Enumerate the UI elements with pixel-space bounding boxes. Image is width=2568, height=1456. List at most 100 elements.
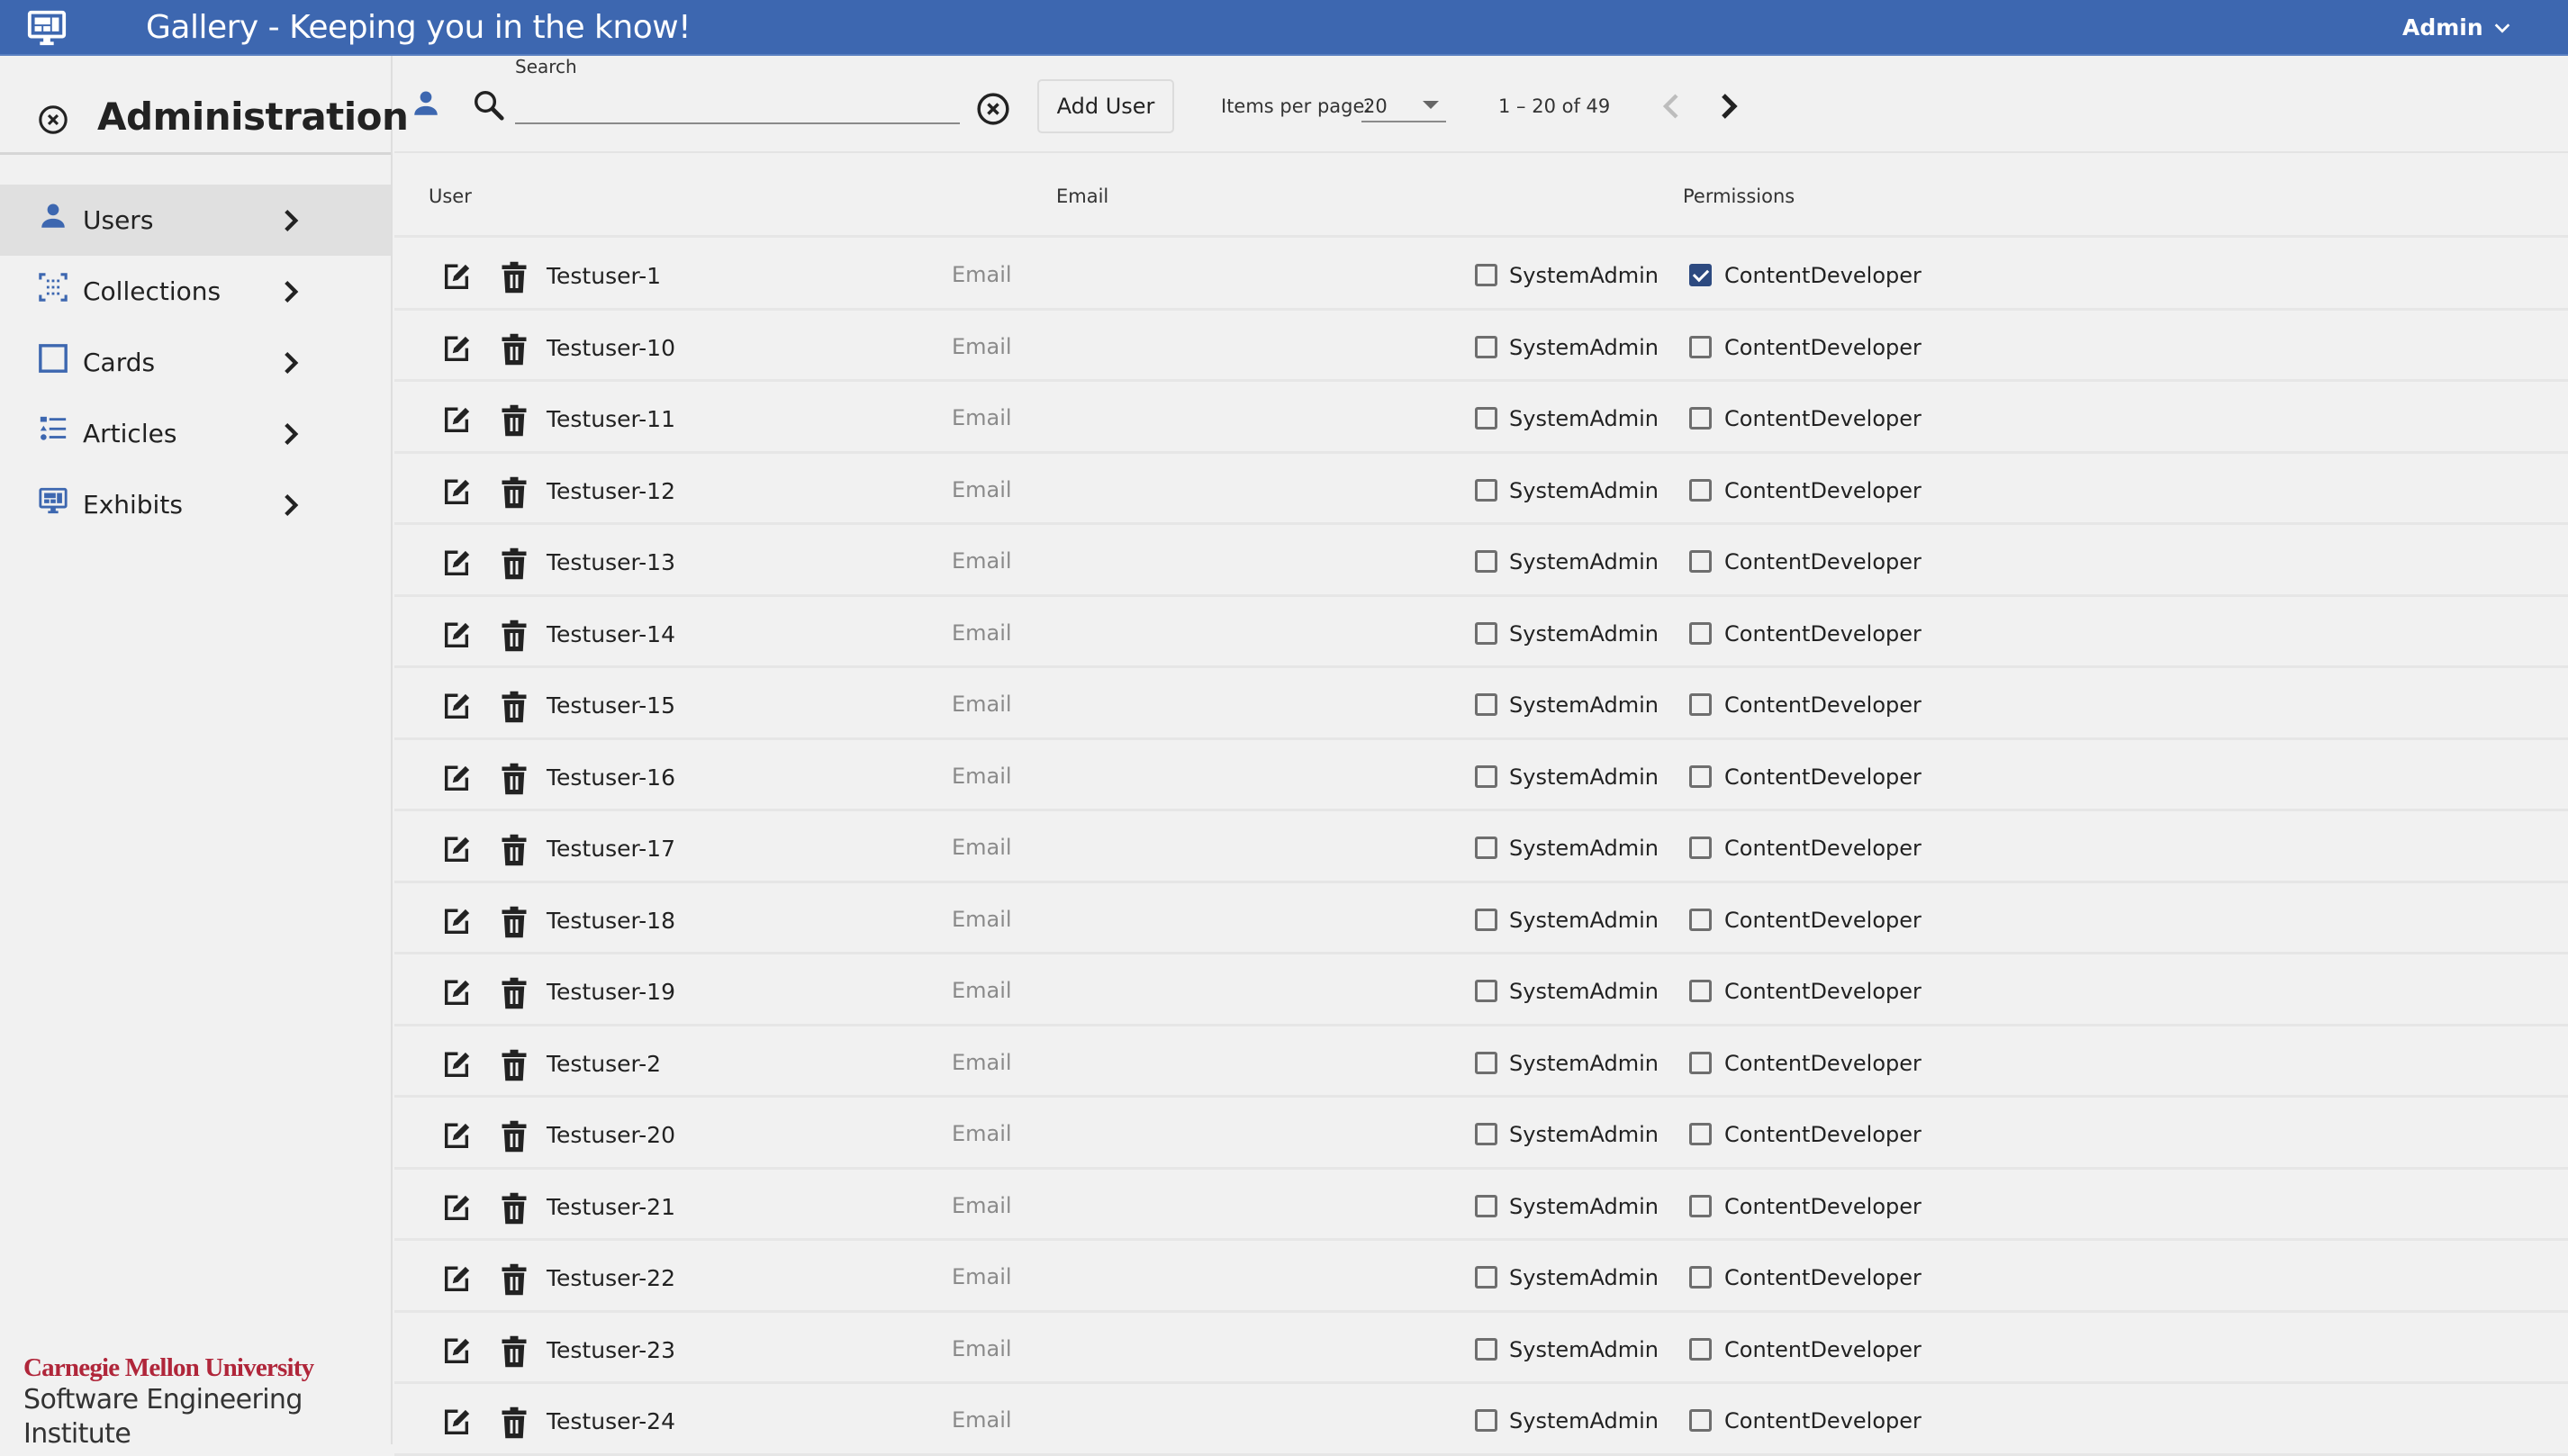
- sidebar-item-collections[interactable]: Collections: [0, 256, 391, 327]
- delete-icon[interactable]: [501, 476, 528, 509]
- sidebar-header: Administration: [0, 56, 391, 155]
- edit-icon[interactable]: [441, 692, 472, 722]
- content-developer-checkbox[interactable]: [1689, 693, 1712, 716]
- delete-icon[interactable]: [501, 1335, 528, 1368]
- edit-icon[interactable]: [441, 978, 472, 1008]
- content-developer-checkbox[interactable]: [1689, 264, 1712, 286]
- edit-icon[interactable]: [441, 1407, 472, 1438]
- delete-icon[interactable]: [501, 261, 528, 294]
- sidebar-item-exhibits[interactable]: Exhibits: [0, 469, 391, 540]
- edit-icon[interactable]: [441, 1121, 472, 1152]
- close-circle-icon[interactable]: [38, 104, 68, 135]
- content-developer-checkbox[interactable]: [1689, 550, 1712, 573]
- user-name: Testuser-24: [547, 1407, 675, 1436]
- user-email: Email: [952, 1406, 1012, 1434]
- edit-icon[interactable]: [441, 477, 472, 508]
- system-admin-checkbox[interactable]: [1475, 765, 1497, 788]
- edit-icon[interactable]: [441, 907, 472, 937]
- content-developer-checkbox[interactable]: [1689, 1409, 1712, 1432]
- user-email: Email: [952, 403, 1012, 432]
- edit-icon[interactable]: [441, 1264, 472, 1295]
- content-developer-checkbox[interactable]: [1689, 837, 1712, 859]
- column-header-email[interactable]: Email: [1056, 184, 1108, 209]
- system-admin-checkbox[interactable]: [1475, 1052, 1497, 1074]
- content-developer-checkbox[interactable]: [1689, 1338, 1712, 1361]
- content-developer-checkbox[interactable]: [1689, 1195, 1712, 1217]
- edit-icon[interactable]: [441, 334, 472, 365]
- content-developer-checkbox[interactable]: [1689, 622, 1712, 645]
- edit-icon[interactable]: [441, 764, 472, 794]
- system-admin-checkbox[interactable]: [1475, 407, 1497, 430]
- delete-icon[interactable]: [501, 333, 528, 366]
- edit-icon[interactable]: [441, 620, 472, 651]
- content-developer-checkbox[interactable]: [1689, 909, 1712, 931]
- edit-icon[interactable]: [441, 405, 472, 436]
- sidebar-nav: Users Collections Cards Articles: [0, 185, 391, 540]
- content-developer-checkbox[interactable]: [1689, 336, 1712, 358]
- system-admin-checkbox[interactable]: [1475, 336, 1497, 358]
- content-developer-checkbox[interactable]: [1689, 1052, 1712, 1074]
- system-admin-label: SystemAdmin: [1509, 476, 1659, 505]
- delete-icon[interactable]: [501, 1263, 528, 1296]
- delete-icon[interactable]: [501, 906, 528, 938]
- system-admin-checkbox[interactable]: [1475, 837, 1497, 859]
- delete-icon[interactable]: [501, 404, 528, 437]
- content-developer-checkbox[interactable]: [1689, 765, 1712, 788]
- system-admin-checkbox[interactable]: [1475, 1266, 1497, 1289]
- edit-icon[interactable]: [441, 1050, 472, 1081]
- add-user-button[interactable]: Add User: [1037, 79, 1174, 133]
- delete-icon[interactable]: [501, 691, 528, 723]
- delete-icon[interactable]: [501, 1192, 528, 1225]
- content-developer-label: ContentDeveloper: [1724, 619, 1921, 648]
- system-admin-checkbox[interactable]: [1475, 479, 1497, 502]
- content-developer-checkbox[interactable]: [1689, 1123, 1712, 1145]
- user-menu-label: Admin: [2402, 13, 2483, 43]
- edit-icon[interactable]: [441, 835, 472, 865]
- edit-icon[interactable]: [441, 548, 472, 579]
- system-admin-checkbox[interactable]: [1475, 1123, 1497, 1145]
- delete-icon[interactable]: [501, 1406, 528, 1439]
- delete-icon[interactable]: [501, 834, 528, 866]
- table-row: Testuser-19 Email SystemAdmin ContentDev…: [394, 954, 2568, 1026]
- system-admin-checkbox[interactable]: [1475, 1195, 1497, 1217]
- search-input[interactable]: [515, 92, 960, 124]
- clear-search-icon[interactable]: [976, 92, 1010, 126]
- system-admin-checkbox[interactable]: [1475, 264, 1497, 286]
- system-admin-checkbox[interactable]: [1475, 1409, 1497, 1432]
- sidebar-item-users[interactable]: Users: [0, 185, 391, 256]
- system-admin-label: SystemAdmin: [1509, 619, 1659, 648]
- user-email: Email: [952, 833, 1012, 862]
- edit-icon[interactable]: [441, 1336, 472, 1367]
- delete-icon[interactable]: [501, 1120, 528, 1153]
- sidebar-item-articles[interactable]: Articles: [0, 398, 391, 469]
- system-admin-checkbox[interactable]: [1475, 693, 1497, 716]
- sidebar-item-cards[interactable]: Cards: [0, 327, 391, 398]
- delete-icon[interactable]: [501, 619, 528, 652]
- user-name: Testuser-19: [547, 978, 675, 1007]
- table-row: Testuser-24 Email SystemAdmin ContentDev…: [394, 1384, 2568, 1456]
- user-name: Testuser-1: [547, 262, 661, 291]
- previous-page-button[interactable]: [1660, 92, 1682, 121]
- system-admin-checkbox[interactable]: [1475, 622, 1497, 645]
- monitor-dashboard-icon: [23, 7, 70, 49]
- pagination-range: 1 – 20 of 49: [1498, 94, 1610, 119]
- column-header-user[interactable]: User: [429, 184, 472, 209]
- content-developer-checkbox[interactable]: [1689, 1266, 1712, 1289]
- delete-icon[interactable]: [501, 547, 528, 580]
- content-developer-checkbox[interactable]: [1689, 479, 1712, 502]
- items-per-page-select[interactable]: 20: [1361, 90, 1446, 122]
- content-developer-label: ContentDeveloper: [1724, 476, 1921, 505]
- delete-icon[interactable]: [501, 1049, 528, 1081]
- user-menu-button[interactable]: Admin: [2402, 13, 2512, 43]
- next-page-button[interactable]: [1718, 92, 1740, 121]
- edit-icon[interactable]: [441, 262, 472, 293]
- delete-icon[interactable]: [501, 977, 528, 1009]
- content-developer-checkbox[interactable]: [1689, 407, 1712, 430]
- system-admin-checkbox[interactable]: [1475, 909, 1497, 931]
- system-admin-checkbox[interactable]: [1475, 550, 1497, 573]
- delete-icon[interactable]: [501, 763, 528, 795]
- edit-icon[interactable]: [441, 1193, 472, 1224]
- system-admin-checkbox[interactable]: [1475, 1338, 1497, 1361]
- system-admin-checkbox[interactable]: [1475, 980, 1497, 1002]
- content-developer-checkbox[interactable]: [1689, 980, 1712, 1002]
